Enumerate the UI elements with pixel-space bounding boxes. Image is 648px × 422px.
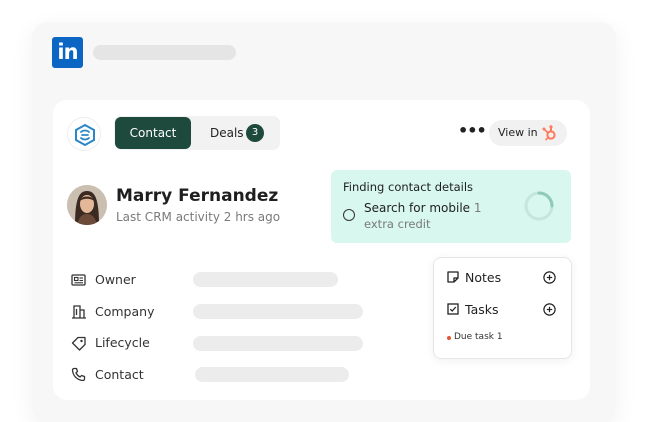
search-mobile-radio[interactable] [343, 209, 355, 221]
id-card-icon [71, 274, 86, 286]
last-activity-text: Last CRM activity 2 hrs ago [116, 210, 281, 224]
building-icon [72, 305, 86, 319]
hubspot-icon [542, 125, 556, 141]
lifecycle-value-placeholder [193, 336, 363, 351]
crm-logo-icon [67, 117, 101, 151]
add-task-icon[interactable] [543, 303, 556, 316]
tab-deals-label: Deals [210, 126, 244, 140]
note-icon [447, 271, 459, 283]
tasks-label[interactable]: Tasks [465, 302, 499, 317]
tab-contact[interactable]: Contact [115, 117, 191, 149]
contact-value-placeholder [195, 367, 349, 382]
field-lifecycle-label: Lifecycle [95, 335, 150, 350]
view-in-hubspot-button[interactable]: View in [489, 120, 567, 146]
linkedin-logo: in [52, 37, 83, 68]
credit-count: 1 [473, 201, 482, 215]
view-in-label: View in [498, 126, 538, 139]
notes-label[interactable]: Notes [465, 270, 501, 285]
header-placeholder-bar [93, 45, 236, 60]
search-mobile-label: Search for mobile [364, 201, 471, 215]
field-owner-label: Owner [95, 272, 136, 287]
contact-name: Marry Fernandez [116, 186, 279, 206]
avatar [67, 185, 107, 225]
phone-icon [71, 367, 86, 382]
task-checkbox-icon [447, 303, 459, 315]
due-task-label[interactable]: Due task 1 [454, 332, 503, 342]
owner-value-placeholder [193, 272, 338, 287]
company-value-placeholder [193, 304, 363, 319]
field-contact-label: Contact [95, 367, 144, 382]
tab-deals[interactable]: Deals 3 [200, 117, 276, 149]
add-note-icon[interactable] [543, 271, 556, 284]
search-mobile-option[interactable]: Search for mobile 1 [364, 201, 482, 215]
more-options-button[interactable]: ••• [458, 123, 487, 140]
extra-credit-text: extra credit [364, 217, 431, 231]
finding-title: Finding contact details [343, 180, 474, 194]
due-task-dot-icon [447, 336, 451, 340]
tag-icon [71, 336, 86, 351]
field-company-label: Company [95, 304, 155, 319]
deals-count-badge: 3 [246, 124, 264, 142]
loading-spinner-icon [524, 191, 554, 221]
